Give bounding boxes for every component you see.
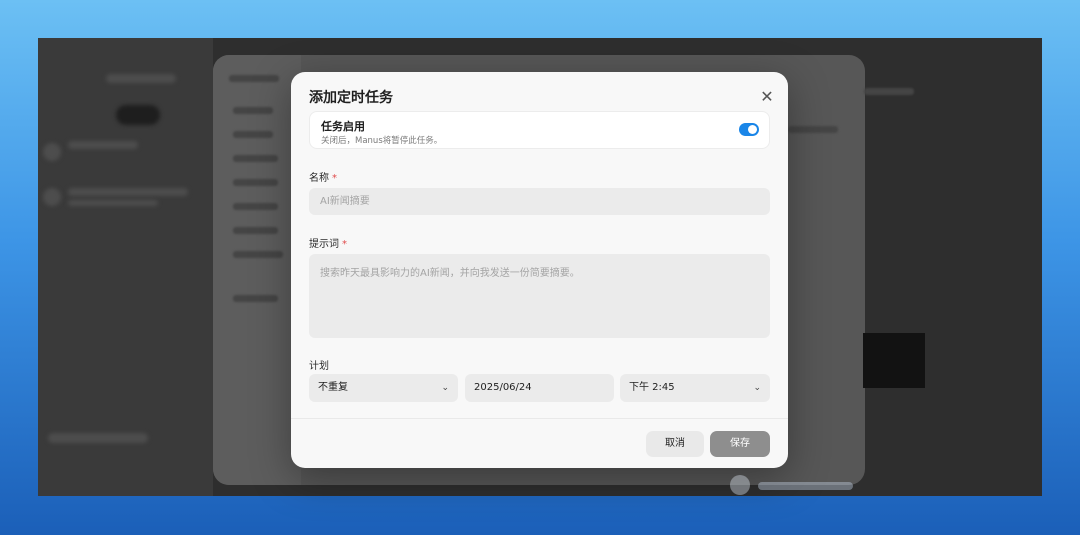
watermark-logo — [730, 475, 860, 497]
save-button[interactable]: 保存 — [710, 431, 770, 457]
required-mark: * — [332, 173, 337, 184]
name-label: 名称 * — [309, 169, 337, 184]
chevron-down-icon: ⌄ — [441, 383, 449, 393]
time-select-value: 下午 2:45 — [629, 382, 675, 393]
name-input[interactable]: AI新闻摘要 — [309, 188, 770, 215]
prompt-textarea[interactable]: 搜索昨天最具影响力的AI新闻，并向我发送一份简要摘要。 — [309, 254, 770, 338]
task-enable-toggle[interactable] — [739, 123, 759, 136]
repeat-select-value: 不重复 — [318, 382, 348, 393]
prompt-label-text: 提示词 — [309, 239, 339, 250]
dialog-title: 添加定时任务 — [309, 90, 393, 106]
background-sidebar — [38, 38, 213, 496]
task-enable-card: 任务启用 关闭后，Manus将暂停此任务。 — [309, 111, 770, 149]
background-card — [863, 333, 925, 388]
add-scheduled-task-dialog: 添加定时任务 ✕ 任务启用 关闭后，Manus将暂停此任务。 名称 * AI新闻摘… — [291, 72, 788, 468]
close-icon: ✕ — [760, 87, 774, 106]
chevron-down-icon: ⌄ — [753, 383, 761, 393]
task-enable-title: 任务启用 — [321, 120, 365, 133]
required-mark: * — [342, 239, 347, 250]
name-label-text: 名称 — [309, 173, 329, 184]
task-enable-description: 关闭后，Manus将暂停此任务。 — [321, 136, 443, 146]
time-select[interactable]: 下午 2:45 ⌄ — [620, 374, 770, 402]
footer-divider — [291, 418, 788, 419]
schedule-label: 计划 — [309, 361, 329, 372]
toggle-knob — [748, 125, 757, 134]
date-picker[interactable]: 2025/06/24 — [465, 374, 614, 402]
repeat-select[interactable]: 不重复 ⌄ — [309, 374, 458, 402]
date-picker-value: 2025/06/24 — [474, 382, 532, 393]
cancel-button[interactable]: 取消 — [646, 431, 704, 457]
prompt-label: 提示词 * — [309, 235, 347, 250]
close-button[interactable]: ✕ — [758, 88, 776, 106]
